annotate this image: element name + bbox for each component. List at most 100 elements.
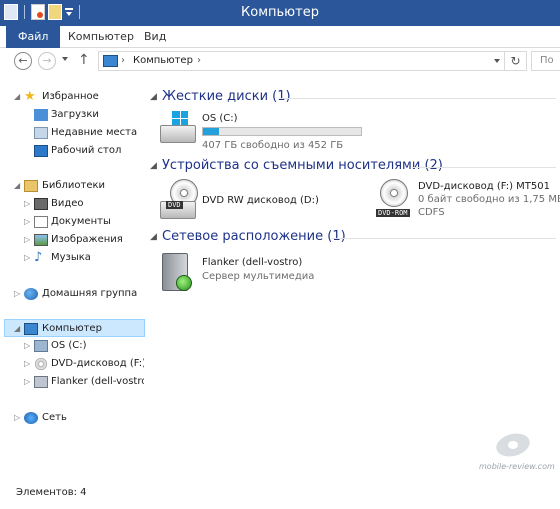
- nav-item-music[interactable]: ▷ ♪ Музыка: [0, 249, 144, 267]
- group-title: Устройства со съемными носителями (2): [162, 158, 443, 173]
- collapse-chevron-icon[interactable]: ▷: [24, 249, 30, 267]
- nav-item-drive-c[interactable]: ▷ OS (C:): [0, 337, 144, 355]
- drive-tile-c[interactable]: OS (C:) 407 ГБ свободно из 452 ГБ: [160, 111, 380, 157]
- address-bar[interactable]: › Компьютер ›: [98, 51, 505, 71]
- collapse-chevron-icon[interactable]: ▷: [24, 337, 30, 355]
- dvd-icon: [35, 358, 47, 370]
- nav-item-pictures[interactable]: ▷ Изображения: [0, 231, 144, 249]
- collapse-chevron-icon[interactable]: ▷: [24, 195, 30, 213]
- dvd-rom-drive-icon: DVD-ROM: [376, 179, 422, 225]
- nav-item-libraries[interactable]: ◢ Библиотеки: [0, 177, 144, 195]
- nav-item-label: Документы: [51, 216, 111, 227]
- dvd-badge: DVD: [166, 201, 183, 209]
- group-title: Сетевое расположение (1): [162, 229, 346, 244]
- refresh-button[interactable]: ↻: [505, 51, 527, 71]
- back-button[interactable]: ←: [14, 52, 32, 70]
- nav-item-flanker[interactable]: ▷ Flanker (dell-vostro): [0, 373, 144, 391]
- expand-chevron-icon[interactable]: ◢: [14, 320, 20, 336]
- network-location-tile[interactable]: Flanker (dell-vostro) Сервер мультимедиа: [160, 253, 380, 299]
- nav-item-label: Недавние места: [51, 127, 138, 138]
- recent-places-icon: [34, 127, 48, 139]
- search-placeholder: По: [540, 55, 554, 66]
- drive-usage-bar: [202, 127, 362, 136]
- address-path[interactable]: Компьютер: [133, 55, 193, 66]
- nav-item-network[interactable]: ▷ Сеть: [0, 409, 144, 427]
- collapse-chevron-icon[interactable]: ▷: [14, 285, 20, 303]
- nav-item-favorites[interactable]: ◢ ★ Избранное: [0, 88, 144, 106]
- music-icon: ♪: [34, 250, 43, 265]
- nav-item-label: Сеть: [42, 412, 67, 423]
- nav-item-label: Музыка: [51, 252, 91, 263]
- dvd-rw-drive-icon: DVD: [160, 179, 206, 225]
- drive-name: DVD-дисковод (F:) MT501: [418, 181, 550, 192]
- drive-space: 0 байт свободно из 1,75 МБ: [418, 194, 560, 205]
- hard-drive-icon: [34, 340, 48, 352]
- chevron-right-icon[interactable]: ›: [197, 55, 201, 66]
- nav-item-downloads[interactable]: Загрузки: [0, 106, 144, 124]
- title-bar: Компьютер: [0, 0, 560, 26]
- nav-item-recent-places[interactable]: Недавние места: [0, 124, 144, 142]
- nav-item-documents[interactable]: ▷ Документы: [0, 213, 144, 231]
- media-server-icon: [34, 376, 48, 388]
- expand-chevron-icon[interactable]: ◢: [14, 177, 20, 195]
- nav-item-desktop[interactable]: Рабочий стол: [0, 142, 144, 160]
- group-header-network[interactable]: ◢ Сетевое расположение (1): [150, 228, 560, 248]
- chevron-down-icon[interactable]: ◢: [150, 161, 157, 171]
- media-badge-icon: [176, 275, 192, 291]
- group-title: Жесткие диски (1): [162, 89, 291, 104]
- recent-locations-chevron-down-icon[interactable]: [62, 57, 68, 61]
- tab-file[interactable]: Файл: [6, 26, 61, 48]
- libraries-icon: [24, 180, 38, 192]
- nav-item-label: DVD-дисковод (F:) MT501: [51, 358, 144, 369]
- nav-item-video[interactable]: ▷ Видео: [0, 195, 144, 213]
- divider: [412, 167, 556, 168]
- drive-body: [160, 125, 196, 143]
- status-bar: Элементов: 4: [0, 480, 560, 509]
- search-input[interactable]: По: [531, 51, 560, 71]
- pictures-icon: [34, 234, 48, 246]
- location-description: Сервер мультимедиа: [202, 271, 315, 282]
- address-history-chevron-down-icon[interactable]: [494, 59, 500, 63]
- nav-item-label: Видео: [51, 198, 84, 209]
- nav-item-homegroup[interactable]: ▷ Домашняя группа: [0, 285, 144, 303]
- drive-tile-d[interactable]: DVD DVD RW дисковод (D:): [160, 179, 360, 225]
- group-header-removable[interactable]: ◢ Устройства со съемными носителями (2): [150, 157, 560, 177]
- up-button[interactable]: ↑: [78, 52, 90, 68]
- chevron-right-icon[interactable]: ›: [121, 55, 125, 66]
- drive-tile-f[interactable]: DVD-ROM DVD-дисковод (F:) MT501 0 байт с…: [376, 179, 560, 225]
- collapse-chevron-icon[interactable]: ▷: [24, 213, 30, 231]
- collapse-chevron-icon[interactable]: ▷: [24, 231, 30, 249]
- tab-view[interactable]: Вид: [132, 26, 178, 48]
- navigation-pane: ◢ ★ Избранное Загрузки Недавние места Ра…: [0, 75, 145, 475]
- nav-item-label: Домашняя группа: [42, 288, 138, 299]
- disc-icon: [380, 179, 408, 207]
- downloads-icon: [34, 109, 48, 121]
- dvd-rom-badge: DVD-ROM: [376, 209, 410, 217]
- nav-item-dvd-f[interactable]: ▷ DVD-дисковод (F:) MT501: [0, 355, 144, 373]
- media-server-icon: [160, 253, 206, 299]
- nav-item-computer[interactable]: ◢ Компьютер: [4, 319, 145, 337]
- forward-button[interactable]: →: [38, 52, 56, 70]
- collapse-chevron-icon[interactable]: ▷: [24, 373, 30, 391]
- desktop-icon: [34, 145, 48, 157]
- divider: [280, 98, 556, 99]
- collapse-chevron-icon[interactable]: ▷: [24, 355, 30, 373]
- chevron-down-icon[interactable]: ◢: [150, 232, 157, 242]
- nav-item-label: Загрузки: [51, 109, 99, 120]
- expand-chevron-icon[interactable]: ◢: [14, 88, 20, 106]
- computer-icon: [103, 55, 118, 67]
- window-title: Компьютер: [241, 5, 319, 20]
- star-icon: ★: [24, 89, 36, 104]
- location-name: Flanker (dell-vostro): [202, 257, 303, 268]
- watermark-logo-icon: [493, 429, 533, 461]
- chevron-down-icon[interactable]: ◢: [150, 92, 157, 102]
- ribbon-tabs: Файл Компьютер Вид: [0, 26, 560, 48]
- watermark-text: mobile-review.com: [479, 462, 555, 471]
- drive-name: DVD RW дисковод (D:): [202, 195, 319, 206]
- nav-item-label: OS (C:): [51, 340, 87, 351]
- collapse-chevron-icon[interactable]: ▷: [14, 409, 20, 427]
- network-icon: [24, 412, 38, 424]
- computer-icon: [24, 323, 38, 335]
- group-header-hard-disks[interactable]: ◢ Жесткие диски (1): [150, 88, 560, 108]
- drive-space: 407 ГБ свободно из 452 ГБ: [202, 140, 344, 151]
